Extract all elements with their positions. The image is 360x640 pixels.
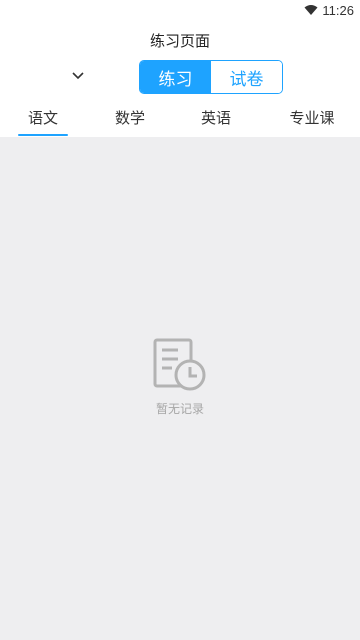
page-title: 练习页面	[149, 32, 210, 50]
document-clock-icon	[153, 338, 206, 391]
mode-segmented-control: 练习 试卷	[139, 60, 283, 94]
active-tab-indicator	[18, 134, 68, 136]
tab-math[interactable]: 数学	[105, 98, 155, 136]
tab-english[interactable]: 英语	[191, 98, 241, 136]
status-time: 11:26	[322, 3, 354, 18]
segment-exam-button[interactable]: 试卷	[211, 61, 282, 93]
subject-tabs: 语文 数学 英语 专业课	[0, 98, 360, 136]
tab-professional[interactable]: 专业课	[280, 98, 344, 136]
wifi-icon	[304, 5, 318, 15]
tab-chinese[interactable]: 语文	[18, 98, 68, 136]
chevron-down-icon[interactable]	[70, 70, 86, 82]
status-bar: 11:26	[0, 0, 360, 22]
segment-practice-button[interactable]: 练习	[140, 61, 211, 93]
empty-state-text: 暂无记录	[155, 402, 204, 416]
